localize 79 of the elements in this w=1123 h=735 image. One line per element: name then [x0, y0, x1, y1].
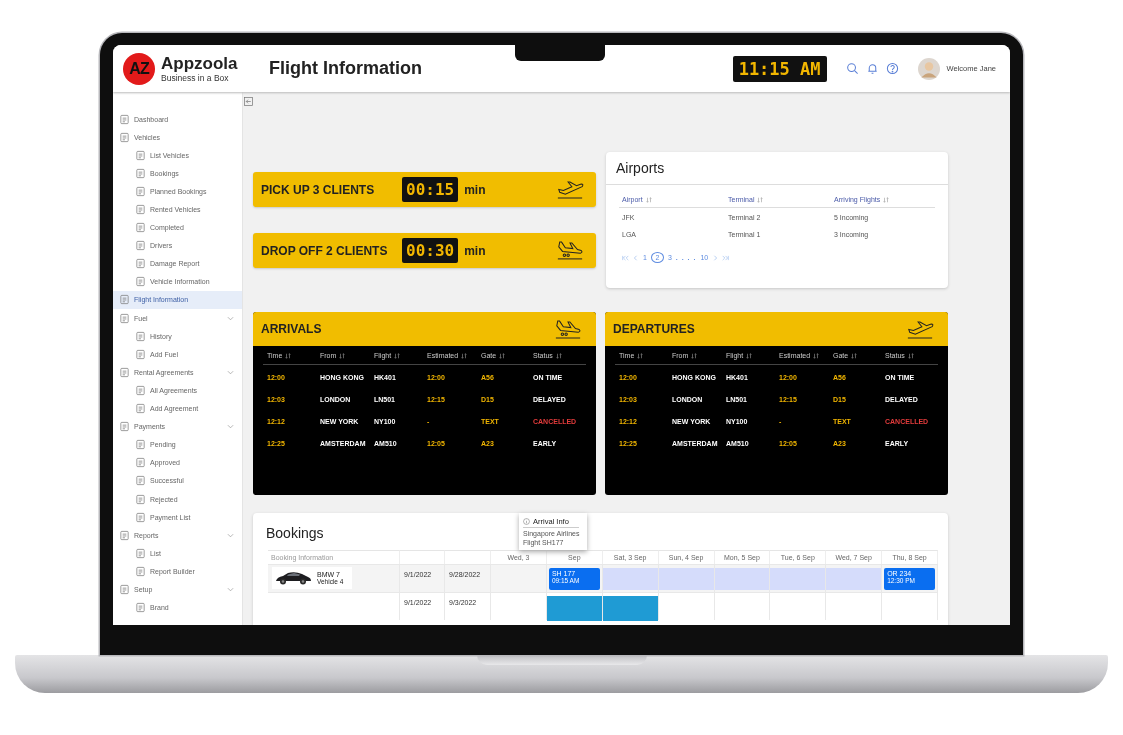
timer-label: DROP OFF 2 CLIENTS [261, 243, 389, 258]
chevron-icon[interactable] [227, 369, 234, 375]
bell-icon[interactable] [865, 62, 879, 75]
plane-icon [556, 179, 584, 200]
last-page-icon[interactable] [722, 254, 730, 261]
document-icon [135, 167, 146, 179]
avatar-icon[interactable] [917, 57, 940, 80]
sort-icon[interactable] [555, 352, 562, 359]
document-icon [135, 602, 146, 614]
card-title: Bookings [265, 524, 325, 543]
sort-icon[interactable] [883, 196, 890, 203]
board-title: DEPARTURES [613, 322, 695, 336]
sort-icon[interactable] [691, 352, 698, 359]
document-icon [135, 457, 146, 469]
timer-display: 00:30 [402, 238, 459, 263]
document-icon [135, 185, 146, 197]
document-icon [135, 511, 146, 523]
document-icon [119, 529, 130, 541]
board-title: ARRIVALS [261, 322, 322, 336]
document-icon [135, 493, 146, 505]
document-icon [119, 294, 130, 306]
document-icon [119, 312, 130, 324]
document-icon [119, 584, 130, 595]
timer-unit: min [464, 182, 486, 197]
timer-display: 00:15 [402, 177, 459, 202]
calendar-cell[interactable] [658, 592, 715, 620]
sort-icon[interactable] [637, 352, 644, 359]
chevron-icon[interactable] [227, 587, 234, 592]
collapse-icon[interactable] [244, 97, 253, 106]
document-icon [135, 204, 146, 215]
document-icon [135, 403, 146, 415]
sort-icon[interactable] [461, 352, 468, 359]
brand-tagline: Business in a Box [161, 73, 230, 83]
chevron-icon[interactable] [227, 424, 234, 430]
help-icon[interactable] [885, 62, 899, 75]
digital-clock: 11:15 AM [732, 55, 827, 82]
document-icon [135, 222, 146, 234]
info-icon [523, 518, 530, 525]
document-icon [119, 366, 130, 378]
first-page-icon[interactable] [622, 254, 629, 261]
document-icon [135, 330, 146, 342]
plane-icon [556, 240, 584, 261]
search-icon[interactable] [845, 62, 859, 75]
document-icon [135, 258, 146, 270]
card-title: Airports [606, 152, 948, 185]
sort-icon[interactable] [746, 352, 753, 359]
next-page-icon[interactable] [712, 254, 720, 261]
document-icon [135, 348, 146, 360]
sort-icon[interactable] [394, 352, 401, 359]
document-icon [135, 475, 146, 487]
sort-icon[interactable] [851, 352, 858, 359]
sort-icon[interactable] [757, 196, 764, 203]
document-icon [119, 131, 130, 143]
document-icon [119, 113, 130, 125]
plane-icon [554, 318, 582, 340]
calendar-cell[interactable] [491, 592, 547, 620]
document-icon [135, 240, 146, 252]
plane-icon [906, 318, 934, 340]
document-icon [135, 384, 146, 396]
timer-unit: min [464, 243, 486, 258]
document-icon [135, 547, 146, 559]
brand-name: Appzoola [161, 54, 238, 73]
sort-icon[interactable] [813, 352, 820, 359]
chevron-icon[interactable] [227, 532, 234, 538]
sort-icon[interactable] [645, 196, 652, 203]
document-icon [135, 149, 146, 161]
sort-icon[interactable] [339, 352, 346, 359]
timer-label: PICK UP 3 CLIENTS [261, 182, 376, 197]
sort-icon[interactable] [907, 352, 914, 359]
document-icon [135, 439, 146, 451]
previous-page-icon[interactable] [632, 254, 639, 261]
brand-logo: AZ [123, 52, 155, 85]
document-icon [135, 276, 146, 288]
sort-icon[interactable] [499, 352, 506, 359]
document-icon [135, 565, 146, 577]
document-icon [119, 421, 130, 433]
page-title: Flight Information [269, 58, 422, 79]
sort-icon[interactable] [285, 352, 292, 359]
chevron-icon[interactable] [227, 315, 234, 321]
